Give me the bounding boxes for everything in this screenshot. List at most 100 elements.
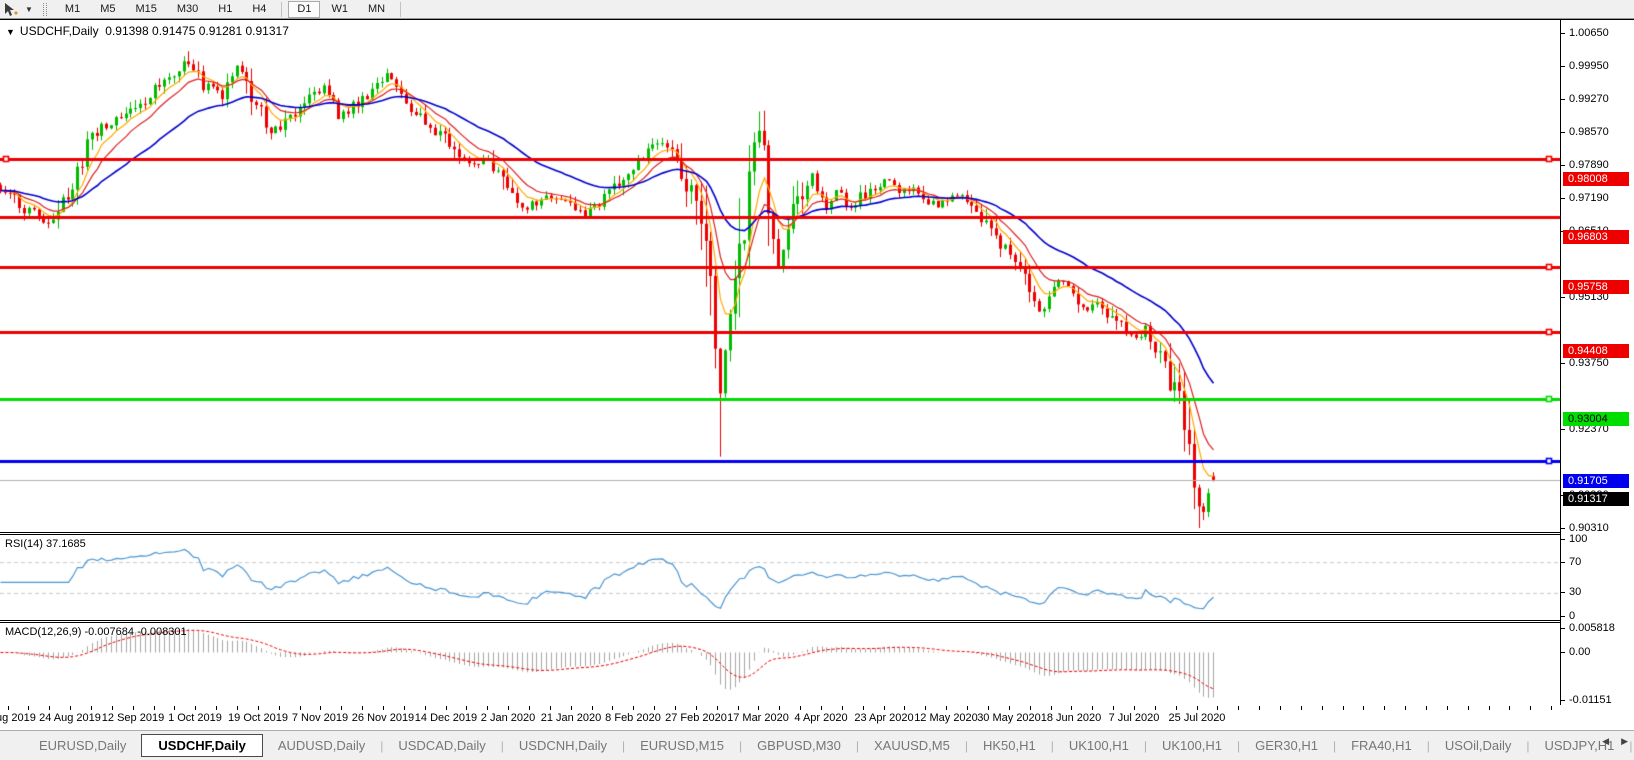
line-price-label[interactable]: 0.95758 — [1563, 280, 1629, 294]
date-tick-mark — [1176, 706, 1177, 710]
date-tick-mark — [362, 706, 363, 710]
toolbar-grip[interactable] — [42, 2, 47, 16]
macd-tick-label: 0.005818 — [1569, 622, 1615, 634]
date-tick-mark — [70, 706, 71, 710]
date-tick-mark — [654, 706, 655, 710]
price-tick-mark — [1561, 132, 1565, 133]
price-tick-mark — [1561, 297, 1565, 298]
timeframe-button-w1[interactable]: W1 — [322, 1, 357, 18]
line-price-label[interactable]: 0.91705 — [1563, 474, 1629, 488]
symbol-tab-uk100-h1[interactable]: UK100,H1 — [1054, 735, 1144, 756]
timeframe-button-m1[interactable]: M1 — [56, 1, 89, 18]
date-tick-mark — [1551, 706, 1552, 710]
tab-scroll-right-icon[interactable]: ▶ — [1621, 736, 1628, 747]
symbol-tab-usdchf-daily[interactable]: USDCHF,Daily — [141, 734, 263, 757]
rsi-tick-mark — [1561, 592, 1565, 593]
price-tick-label: 0.97890 — [1569, 159, 1609, 171]
symbol-tab-fra40-h1[interactable]: FRA40,H1 — [1336, 735, 1427, 756]
rsi-tick-mark — [1561, 616, 1565, 617]
chart-menu-triangle-icon[interactable]: ▼ — [6, 27, 15, 37]
bar-open-value: 0.91398 — [105, 24, 149, 38]
symbol-tab-eurusd-m15[interactable]: EURUSD,M15 — [625, 735, 739, 756]
dropdown-caret-icon[interactable]: ▼ — [25, 5, 33, 14]
symbol-tab-eurusd-daily[interactable]: EURUSD,Daily — [24, 735, 141, 756]
crosshair-tool-icon[interactable] — [3, 2, 23, 17]
date-tick-mark — [466, 706, 467, 710]
symbol-tab-usdcnh-daily[interactable]: USDCNH,Daily — [504, 735, 622, 756]
date-tick-mark — [279, 706, 280, 710]
rsi-panel-canvas[interactable] — [0, 535, 1560, 620]
price-tick-mark — [1561, 99, 1565, 100]
timeframe-button-h1[interactable]: H1 — [209, 1, 241, 18]
symbol-tab-audusd-daily[interactable]: AUDUSD,Daily — [263, 735, 380, 756]
price-tick-mark — [1561, 363, 1565, 364]
symbol-tab-usdcad-daily[interactable]: USDCAD,Daily — [383, 735, 500, 756]
rsi-tick-label: 70 — [1569, 556, 1582, 568]
price-tick-mark — [1561, 429, 1565, 430]
date-tick-mark — [237, 706, 238, 710]
price-tick-mark — [1561, 528, 1565, 529]
timeframe-button-m5[interactable]: M5 — [91, 1, 124, 18]
date-tick-mark — [1259, 706, 1260, 710]
timeframe-button-m15[interactable]: M15 — [126, 1, 165, 18]
macd-panel-canvas[interactable] — [0, 623, 1560, 705]
chart-title: ▼ USDCHF,Daily 0.91398 0.91475 0.91281 0.… — [6, 24, 289, 38]
date-tick-mark — [1426, 706, 1427, 710]
date-tick-mark — [216, 706, 217, 710]
date-tick-mark — [1322, 706, 1323, 710]
symbol-tab-xauusd-m5[interactable]: XAUUSD,M5 — [859, 735, 965, 756]
symbol-tab-ger30-h1[interactable]: GER30,H1 — [1240, 735, 1333, 756]
line-price-label[interactable]: 0.94408 — [1563, 344, 1629, 358]
timeframe-button-h4[interactable]: H4 — [243, 1, 275, 18]
date-tick-mark — [633, 706, 634, 710]
date-tick-mark — [320, 706, 321, 710]
date-tick-mark — [1447, 706, 1448, 710]
panel-separator[interactable] — [0, 532, 1634, 533]
date-tick-mark — [1030, 706, 1031, 710]
price-tick-mark — [1561, 198, 1565, 199]
timeframe-button-mn[interactable]: MN — [359, 1, 394, 18]
main-chart-canvas[interactable] — [0, 20, 1560, 532]
date-tick-mark — [1468, 706, 1469, 710]
date-tick-mark — [154, 706, 155, 710]
symbol-tab-gbpusd-m30[interactable]: GBPUSD,M30 — [742, 735, 856, 756]
date-tick-mark — [821, 706, 822, 710]
tab-scroll-left-icon[interactable]: ◀ — [1602, 736, 1609, 747]
date-tick-mark — [800, 706, 801, 710]
price-axis[interactable]: 1.00650 0.99950 0.99270 0.98570 0.97890 0.971… — [1560, 20, 1634, 706]
panel-separator[interactable] — [0, 534, 1634, 535]
tab-scroll-arrows: ◀ ▶ — [1602, 736, 1628, 747]
timeframe-button-d1[interactable]: D1 — [288, 0, 321, 18]
date-tick-mark — [425, 706, 426, 710]
date-tick-mark — [1489, 706, 1490, 710]
symbol-tab-hk50-h1[interactable]: HK50,H1 — [968, 735, 1051, 756]
date-tick-mark — [49, 706, 50, 710]
date-tick-mark — [300, 706, 301, 710]
rsi-tick-mark — [1561, 539, 1565, 540]
date-tick-mark — [8, 706, 9, 710]
rsi-tick-label: 30 — [1569, 586, 1582, 598]
current-price-label: 0.91317 — [1563, 492, 1629, 506]
date-tick-mark — [1530, 706, 1531, 710]
line-price-label[interactable]: 0.98008 — [1563, 172, 1629, 186]
date-tick-mark — [195, 706, 196, 710]
symbol-tab-usoil-daily[interactable]: USOil,Daily — [1430, 735, 1526, 756]
line-price-label[interactable]: 0.96803 — [1563, 230, 1629, 244]
symbol-tab-bar: EURUSD,Daily USDCHF,Daily AUDUSD,Daily | USD… — [0, 730, 1634, 760]
date-axis[interactable]: 6 Aug 201924 Aug 201912 Sep 20191 Oct 20… — [0, 705, 1634, 729]
timeframe-button-m30[interactable]: M30 — [168, 1, 207, 18]
date-tick-mark — [779, 706, 780, 710]
macd-tick-mark — [1561, 652, 1565, 653]
toolbar-separator — [281, 1, 283, 17]
date-tick-mark — [1405, 706, 1406, 710]
rsi-tick-label: 100 — [1569, 533, 1588, 545]
date-tick-mark — [1363, 706, 1364, 710]
date-tick-mark — [592, 706, 593, 710]
date-tick-mark — [904, 706, 905, 710]
panel-separator[interactable] — [0, 622, 1634, 623]
symbol-tab-uk100-h1[interactable]: UK100,H1 — [1147, 735, 1237, 756]
price-tick-label: 0.98570 — [1569, 126, 1609, 138]
date-tick-mark — [1051, 706, 1052, 710]
panel-separator[interactable] — [0, 620, 1634, 621]
line-price-label[interactable]: 0.93004 — [1563, 412, 1629, 426]
